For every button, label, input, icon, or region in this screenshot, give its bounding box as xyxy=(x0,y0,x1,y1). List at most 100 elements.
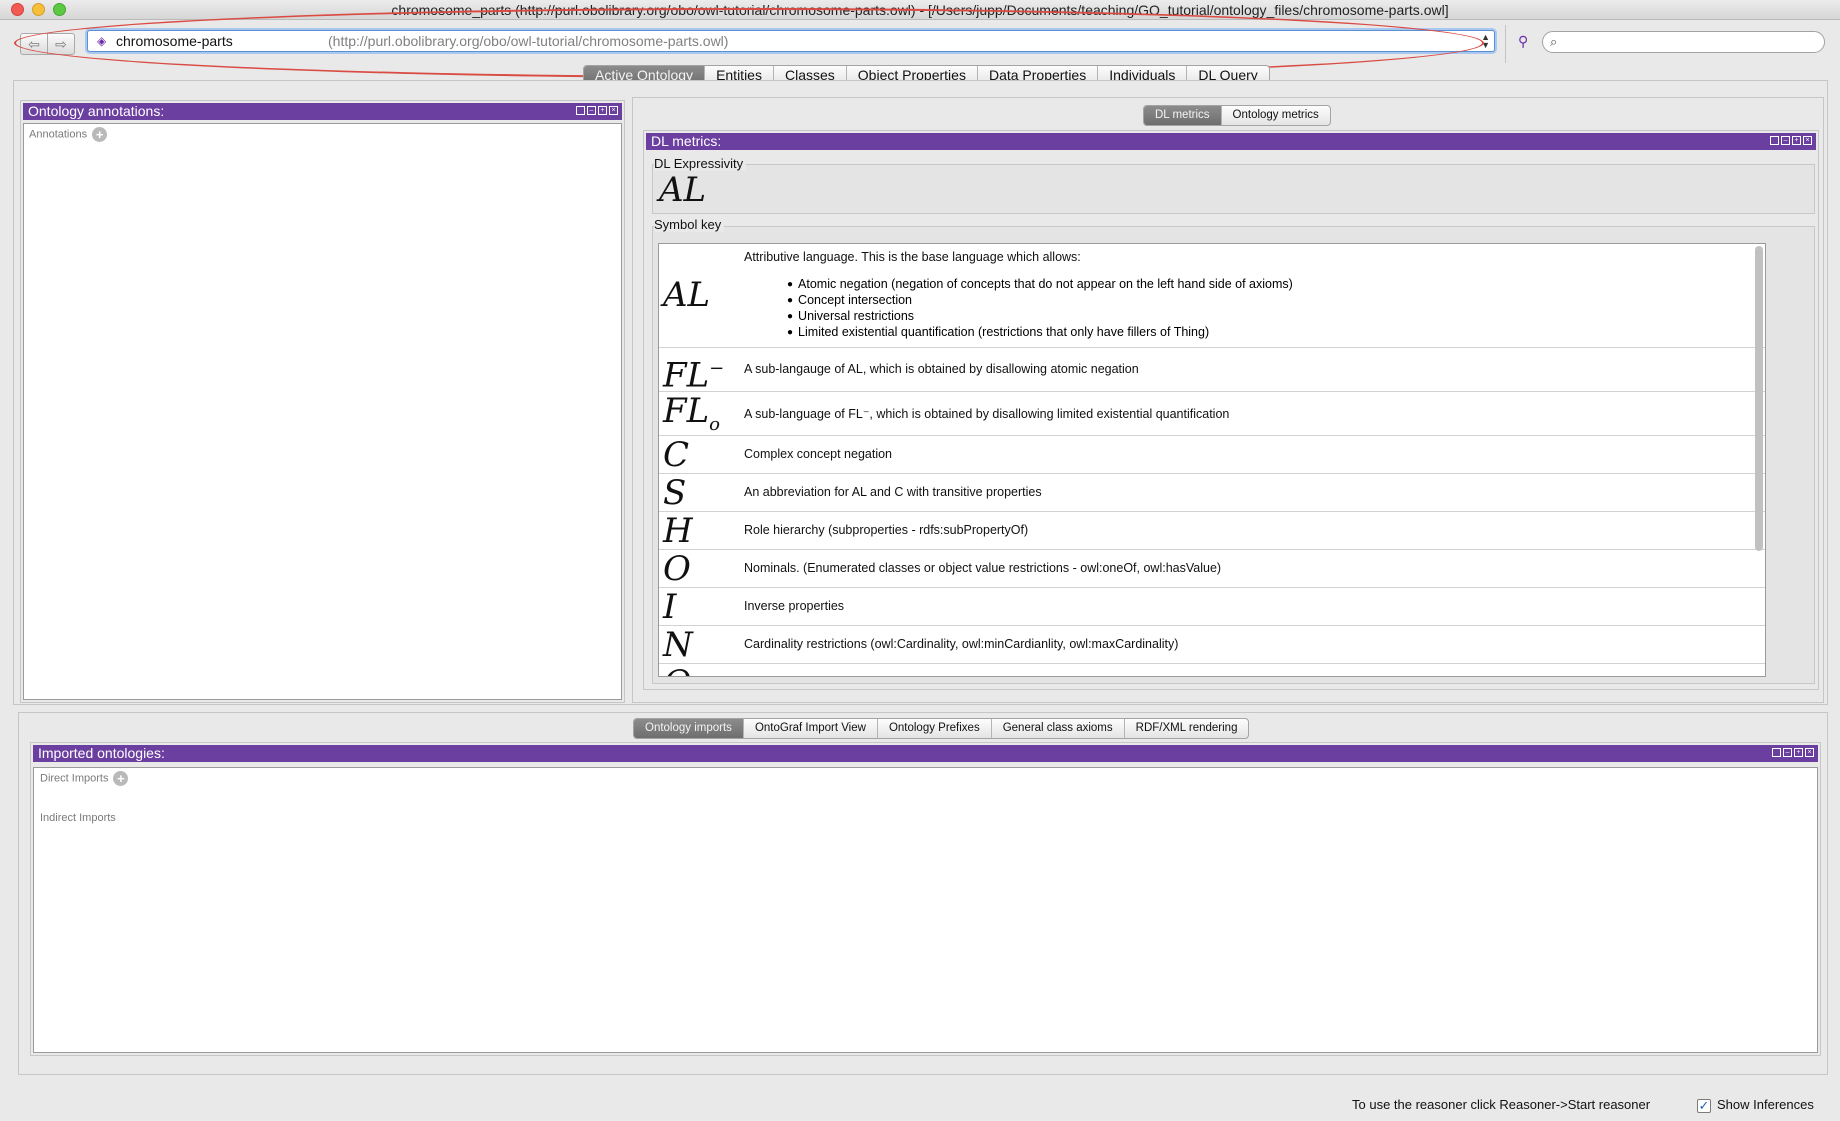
view-minimize-icon[interactable]: – xyxy=(1781,136,1790,145)
bullet-item: Atomic negation (negation of concepts th… xyxy=(787,277,1293,293)
view-minimize-icon[interactable]: – xyxy=(587,106,596,115)
symbol-h: H xyxy=(663,511,693,551)
symbol-fl-minus-sup: − xyxy=(709,358,725,379)
view-close-icon[interactable]: × xyxy=(609,106,618,115)
dl-expressivity-group: AL xyxy=(652,164,1815,214)
toolbar-separator xyxy=(1505,25,1506,63)
back-button[interactable]: ⇦ xyxy=(20,33,48,55)
view-maximize-icon[interactable]: + xyxy=(1792,136,1801,145)
ontology-uri: (http://purl.obolibrary.org/obo/owl-tuto… xyxy=(328,33,729,49)
view-split-icon[interactable] xyxy=(1772,748,1781,757)
symbol-al-bullets: Atomic negation (negation of concepts th… xyxy=(787,277,1293,341)
symbol-row-q: Q xyxy=(659,664,1765,676)
symbol-table-scrollbar[interactable] xyxy=(1755,246,1763,551)
symbol-s-description: An abbreviation for AL and C with transi… xyxy=(744,485,1042,499)
search-icon: ⌕ xyxy=(1550,34,1558,49)
symbol-row-n: N Cardinality restrictions (owl:Cardinal… xyxy=(659,625,1765,665)
symbol-fl-minus: FL− xyxy=(663,352,724,392)
symbol-row-fl-minus: FL− A sub-langauge of AL, which is obtai… xyxy=(659,348,1765,392)
annotations-view: Ontology annotations: – + × Annotations + xyxy=(20,100,625,703)
bullet-item: Limited existential quantification (rest… xyxy=(787,325,1293,341)
view-controls: – + × xyxy=(576,106,618,115)
add-annotation-icon[interactable]: + xyxy=(92,127,108,142)
imports-list[interactable]: Direct Imports + Indirect Imports xyxy=(33,767,1818,1053)
ontology-diamond-icon: ◈ xyxy=(97,34,107,48)
bullet-item: Universal restrictions xyxy=(787,309,1293,325)
symbol-al-description: Attributive language. This is the base l… xyxy=(744,250,1081,264)
symbol-key-table[interactable]: AL Attributive language. This is the bas… xyxy=(658,243,1766,677)
symbol-fl-o-text: FL xyxy=(663,391,710,431)
binoculars-icon[interactable]: ⚲ xyxy=(1518,33,1528,50)
dl-metrics-view-title: DL metrics: – + × xyxy=(646,133,1816,150)
view-maximize-icon[interactable]: + xyxy=(598,106,607,115)
symbol-key-label: Symbol key xyxy=(654,217,725,232)
annotations-header: Annotations + xyxy=(29,127,108,142)
forward-button[interactable]: ⇨ xyxy=(47,33,75,55)
window-title: chromosome_parts (http://purl.obolibrary… xyxy=(391,2,1449,18)
symbol-fl-minus-description: A sub-langauge of AL, which is obtained … xyxy=(744,362,1139,376)
add-import-icon[interactable]: + xyxy=(113,771,129,786)
show-inferences-checkbox[interactable]: ✓ xyxy=(1697,1099,1711,1113)
dl-metrics-view-controls: – + × xyxy=(1770,136,1812,145)
dl-metrics-title-text: DL metrics: xyxy=(651,133,722,149)
symbol-row-o: O Nominals. (Enumerated classes or objec… xyxy=(659,549,1765,589)
dl-expressivity-label: DL Expressivity xyxy=(654,156,747,171)
symbol-fl-o-description: A sub-language of FL⁻, which is obtained… xyxy=(744,407,1230,421)
tab-rdf-xml-rendering[interactable]: RDF/XML rendering xyxy=(1125,719,1249,738)
protege-window: chromosome_parts (http://purl.obolibrary… xyxy=(0,0,1840,1121)
view-split-icon[interactable] xyxy=(1770,136,1779,145)
search-input[interactable]: ⌕ xyxy=(1542,31,1825,53)
direct-imports-header: Direct Imports + xyxy=(40,771,129,786)
indirect-imports-label: Indirect Imports xyxy=(40,812,116,824)
symbol-n-description: Cardinality restrictions (owl:Cardinalit… xyxy=(744,637,1179,651)
reasoner-hint: To use the reasoner click Reasoner->Star… xyxy=(1352,1097,1651,1112)
dl-expressivity-value: AL xyxy=(659,170,707,210)
symbol-c-description: Complex concept negation xyxy=(744,447,893,461)
symbol-al: AL xyxy=(663,275,711,315)
tab-ontology-imports[interactable]: Ontology imports xyxy=(634,719,744,738)
ontology-name: chromosome-parts xyxy=(116,33,233,49)
symbol-o-description: Nominals. (Enumerated classes or object … xyxy=(744,561,1222,575)
metrics-tab-bar: DL metrics Ontology metrics xyxy=(1143,105,1331,126)
tab-general-class-axioms[interactable]: General class axioms xyxy=(992,719,1125,738)
symbol-s: S xyxy=(663,473,687,513)
tab-ontograf-import-view[interactable]: OntoGraf Import View xyxy=(744,719,878,738)
symbol-row-fl-o: FLo A sub-language of FL⁻, which is obta… xyxy=(659,391,1765,436)
view-maximize-icon[interactable]: + xyxy=(1794,748,1803,757)
symbol-row-s: S An abbreviation for AL and C with tran… xyxy=(659,473,1765,513)
symbol-row-c: C Complex concept negation xyxy=(659,435,1765,475)
annotations-label: Annotations xyxy=(29,128,88,141)
bullet-item: Concept intersection xyxy=(787,293,1293,309)
symbol-q: Q xyxy=(663,666,691,676)
annotations-view-title-text: Ontology annotations: xyxy=(28,103,165,119)
symbol-i: I xyxy=(663,587,677,627)
symbol-n: N xyxy=(663,625,693,665)
view-minimize-icon[interactable]: – xyxy=(1783,748,1792,757)
symbol-row-h: H Role hierarchy (subproperties - rdfs:s… xyxy=(659,511,1765,551)
symbol-h-description: Role hierarchy (subproperties - rdfs:sub… xyxy=(744,523,1029,537)
window-title-bar: chromosome_parts (http://purl.obolibrary… xyxy=(0,0,1840,20)
imports-view-controls: – + × xyxy=(1772,748,1814,757)
symbol-fl-o-sub: o xyxy=(709,413,721,435)
view-close-icon[interactable]: × xyxy=(1805,748,1814,757)
updown-arrows-icon[interactable]: ▲ ▼ xyxy=(1481,33,1490,50)
symbol-c: C xyxy=(663,435,690,475)
imports-tab-bar: Ontology imports OntoGraf Import View On… xyxy=(633,718,1250,739)
active-ontology-selector[interactable]: ◈ chromosome-parts (http://purl.obolibra… xyxy=(87,30,1495,52)
imports-view-title: Imported ontologies: – + × xyxy=(33,745,1818,762)
symbol-row-al: AL Attributive language. This is the bas… xyxy=(659,244,1765,348)
annotations-list[interactable]: Annotations + xyxy=(23,123,622,700)
symbol-fl-minus-text: FL xyxy=(663,355,710,396)
annotations-view-title: Ontology annotations: – + × xyxy=(23,103,622,120)
imports-view-title-text: Imported ontologies: xyxy=(38,745,165,761)
show-inferences-label: Show Inferences xyxy=(1717,1097,1814,1112)
tab-dl-metrics[interactable]: DL metrics xyxy=(1144,106,1222,125)
direct-imports-label: Direct Imports xyxy=(40,772,109,785)
tab-ontology-metrics[interactable]: Ontology metrics xyxy=(1222,106,1330,125)
symbol-o: O xyxy=(663,549,691,589)
view-close-icon[interactable]: × xyxy=(1803,136,1812,145)
imports-view: Imported ontologies: – + × Direct Import… xyxy=(30,742,1821,1056)
view-split-icon[interactable] xyxy=(576,106,585,115)
tab-ontology-prefixes[interactable]: Ontology Prefixes xyxy=(878,719,992,738)
symbol-i-description: Inverse properties xyxy=(744,599,845,613)
